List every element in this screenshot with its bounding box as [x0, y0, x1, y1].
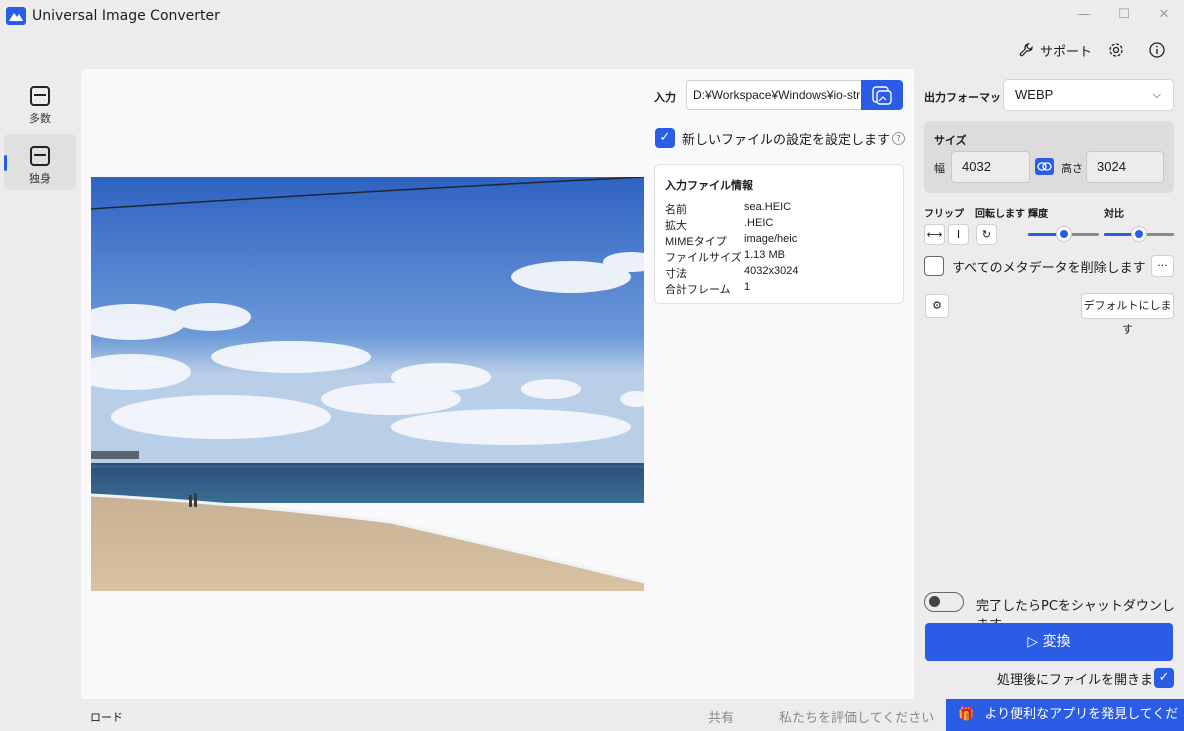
info-icon: [1149, 42, 1165, 58]
browse-button[interactable]: [861, 80, 903, 110]
more-icon: ···: [1157, 259, 1168, 272]
output-format-label: 出力フォーマット: [924, 91, 1012, 104]
info-key: 名前: [665, 204, 687, 216]
help-icon[interactable]: ?: [892, 132, 905, 145]
load-link[interactable]: ロード: [90, 709, 123, 725]
size-title: サイズ: [934, 134, 967, 147]
height-label: 高さ: [1061, 162, 1083, 175]
shutdown-toggle[interactable]: [924, 592, 964, 612]
wrench-icon: [1019, 43, 1033, 57]
new-settings-checkbox[interactable]: ✓: [655, 128, 675, 148]
images-icon: [30, 86, 50, 106]
advanced-settings-button[interactable]: ⚙: [925, 294, 949, 318]
contrast-slider-thumb[interactable]: [1131, 226, 1147, 242]
share-link[interactable]: 共有: [708, 707, 734, 726]
gift-icon: 🎁: [958, 707, 975, 722]
height-input[interactable]: 3024: [1086, 151, 1164, 183]
app-title: Universal Image Converter: [32, 8, 220, 24]
info-key: MIMEタイプ: [665, 236, 727, 248]
close-button[interactable]: ✕: [1152, 5, 1176, 25]
nav-item-multiple[interactable]: 多数: [4, 74, 76, 130]
rotate-label: 回転します: [975, 209, 1025, 220]
flip-vertical-icon: I: [956, 228, 961, 241]
info-value: 1: [744, 281, 751, 293]
contrast-label: 対比: [1104, 209, 1124, 220]
open-after-label: 処理後にファイルを開きます: [997, 673, 1167, 688]
minimize-button[interactable]: —: [1072, 5, 1096, 25]
link-icon: [1037, 162, 1052, 171]
convert-button[interactable]: ▷ 変換: [925, 623, 1173, 661]
info-value: sea.HEIC: [744, 201, 792, 213]
more-options-button[interactable]: ···: [1151, 255, 1174, 277]
title-bar: Universal Image Converter — ☐ ✕: [0, 0, 1184, 32]
output-format-select[interactable]: WEBP ⌵: [1003, 79, 1174, 111]
nav-item-single[interactable]: 独身: [4, 134, 76, 190]
file-info-title: 入力ファイル情報: [665, 179, 753, 192]
width-input[interactable]: 4032: [951, 151, 1030, 183]
support-label: サポート: [1040, 44, 1093, 60]
rotate-button[interactable]: ↻: [976, 224, 997, 245]
browse-images-icon: [872, 86, 892, 105]
brightness-label: 輝度: [1028, 209, 1048, 220]
brightness-slider-thumb[interactable]: [1056, 226, 1072, 242]
aspect-link-button[interactable]: [1035, 158, 1054, 175]
app-logo-icon: [6, 7, 26, 25]
info-key: 寸法: [665, 268, 687, 280]
reset-defaults-label: デフォルトにします: [1083, 299, 1172, 336]
image-icon: [30, 146, 50, 166]
nav-active-indicator: [4, 155, 7, 171]
rotate-icon: ↻: [981, 228, 992, 241]
nav-label-single: 独身: [29, 172, 51, 185]
flip-label: フリップ: [924, 209, 964, 220]
maximize-button[interactable]: ☐: [1112, 5, 1136, 25]
info-value: image/heic: [744, 233, 798, 245]
image-preview: [91, 177, 644, 591]
rate-link[interactable]: 私たちを評価してください: [779, 707, 934, 726]
gear-icon: ⚙: [932, 299, 942, 312]
support-button[interactable]: サポート: [1018, 40, 1092, 60]
info-key: 合計フレーム: [665, 284, 731, 296]
reset-defaults-button[interactable]: デフォルトにします: [1081, 293, 1174, 336]
settings-button[interactable]: [1107, 40, 1125, 60]
discover-apps-label: より便利なアプリを発見してください: [984, 707, 1179, 722]
about-button[interactable]: [1148, 40, 1166, 60]
gear-icon: [1109, 43, 1123, 57]
info-value: 1.13 MB: [744, 249, 785, 261]
info-value: 4032x3024: [744, 265, 799, 277]
open-after-checkbox[interactable]: ✓: [1154, 668, 1174, 688]
file-info-panel: 入力ファイル情報 名前 sea.HEIC 拡大 .HEIC MIMEタイプ im…: [654, 164, 904, 304]
remove-metadata-label: すべてのメタデータを削除します: [952, 261, 1146, 276]
discover-apps-button[interactable]: 🎁 より便利なアプリを発見してください: [946, 699, 1184, 731]
width-label: 幅: [934, 162, 945, 175]
flip-horizontal-icon: ⟷: [926, 228, 943, 241]
chevron-down-icon: ⌵: [1152, 89, 1161, 101]
input-path-field[interactable]: D:¥Workspace¥Windows¥io-str: [686, 80, 862, 110]
flip-vertical-button[interactable]: I: [948, 224, 969, 245]
info-key: ファイルサイズ: [665, 252, 742, 264]
info-key: 拡大: [665, 220, 687, 232]
size-panel: サイズ 幅 4032 高さ 3024: [924, 121, 1174, 193]
new-settings-label: 新しいファイルの設定を設定します: [682, 133, 891, 148]
info-value: .HEIC: [744, 217, 774, 229]
input-label: 入力: [654, 91, 676, 104]
flip-horizontal-button[interactable]: ⟷: [924, 224, 945, 245]
nav-label-multiple: 多数: [29, 112, 51, 125]
remove-metadata-checkbox[interactable]: [924, 256, 944, 276]
output-format-value: WEBP: [1015, 87, 1054, 102]
